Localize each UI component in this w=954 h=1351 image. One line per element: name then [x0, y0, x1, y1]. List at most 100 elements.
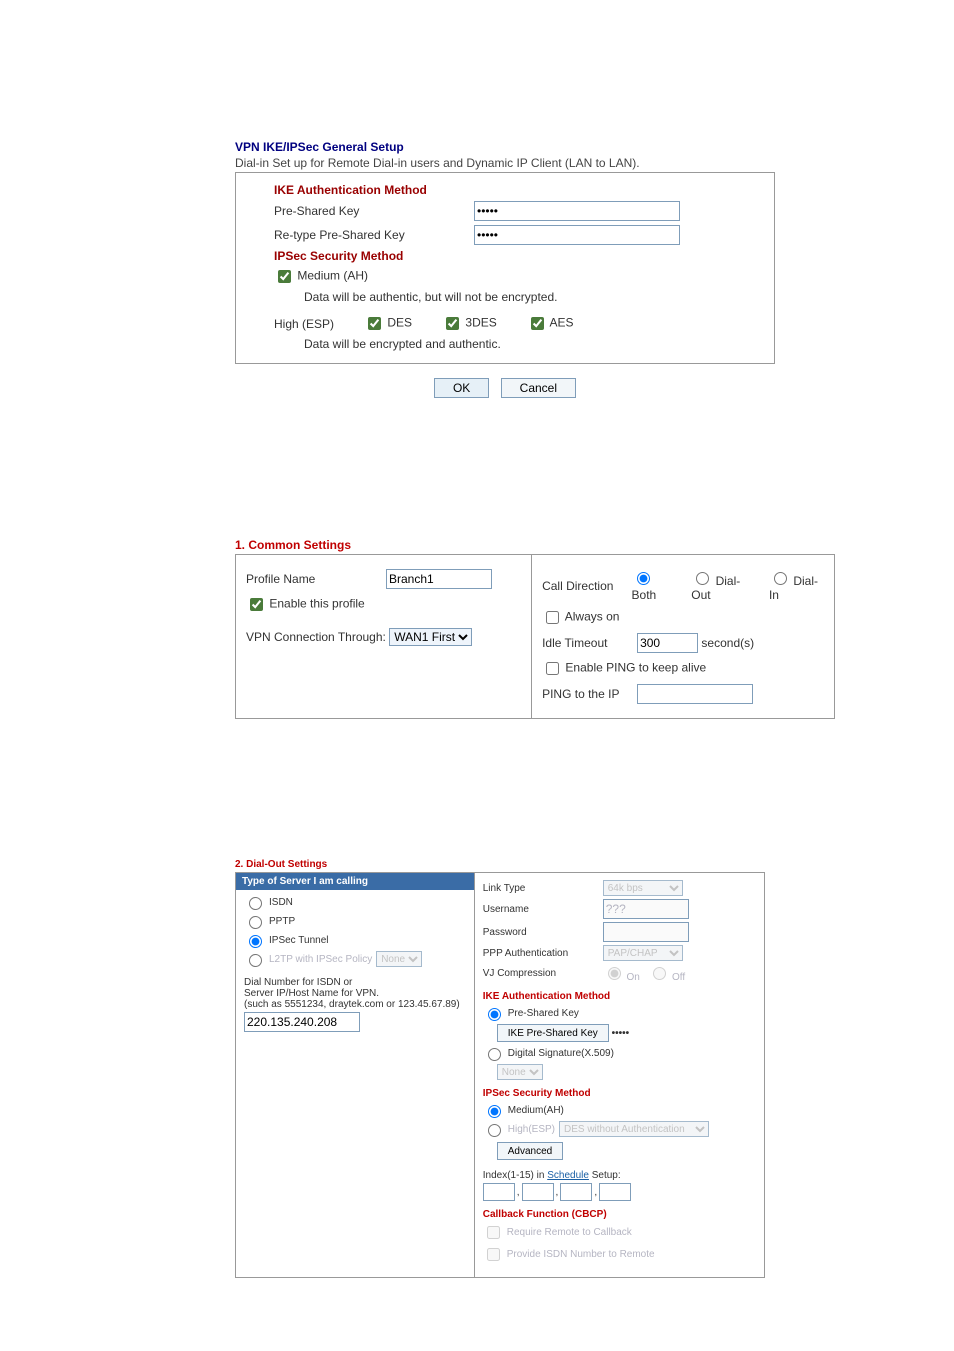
- advanced-button[interactable]: Advanced: [497, 1142, 563, 1160]
- des-label: DES: [387, 316, 412, 330]
- cb-require-option[interactable]: Require Remote to Callback: [483, 1223, 756, 1242]
- call-dir-dialin-radio[interactable]: [774, 572, 787, 585]
- profile-name-input[interactable]: [386, 569, 492, 589]
- call-direction-label: Call Direction: [542, 579, 631, 593]
- always-on-checkbox[interactable]: [546, 611, 559, 624]
- type-pptp[interactable]: PPTP: [244, 913, 466, 929]
- psk-radio-option[interactable]: Pre-Shared Key: [483, 1005, 756, 1021]
- call-dir-both-radio[interactable]: [637, 572, 650, 585]
- vj-on-label: On: [627, 972, 640, 983]
- tdes-label: 3DES: [465, 316, 496, 330]
- des-option[interactable]: DES: [364, 314, 412, 333]
- high-esp-option[interactable]: High(ESP) DES without Authentication: [483, 1121, 756, 1137]
- medium-ah-option[interactable]: Medium(AH): [483, 1102, 756, 1118]
- idle-timeout-unit: second(s): [701, 636, 754, 650]
- dial-number-input[interactable]: [244, 1012, 360, 1032]
- type-ipsec[interactable]: IPSec Tunnel: [244, 932, 466, 948]
- profile-name-label: Profile Name: [246, 572, 386, 586]
- enable-profile-option[interactable]: Enable this profile: [246, 595, 365, 614]
- pppauth-label: PPP Authentication: [483, 948, 603, 959]
- always-on-option[interactable]: Always on: [542, 608, 619, 627]
- dialout-title: 2. Dial-Out Settings: [235, 859, 765, 870]
- type-isdn-radio[interactable]: [249, 897, 262, 910]
- ping-keepalive-option[interactable]: Enable PING to keep alive: [542, 659, 706, 678]
- cb-provide-option[interactable]: Provide ISDN Number to Remote: [483, 1245, 756, 1264]
- call-dir-both-label: Both: [632, 588, 657, 602]
- type-pptp-radio[interactable]: [249, 916, 262, 929]
- ok-button[interactable]: OK: [434, 378, 489, 398]
- call-dir-dialout[interactable]: Dial-Out: [691, 569, 755, 602]
- vj-off-radio: [653, 967, 666, 980]
- type-l2tp[interactable]: L2TP with IPSec Policy None: [244, 951, 466, 967]
- password-label: Password: [483, 927, 603, 938]
- call-dir-both[interactable]: Both: [632, 569, 678, 602]
- enable-profile-label: Enable this profile: [269, 597, 364, 611]
- type-isdn[interactable]: ISDN: [244, 894, 466, 910]
- tdes-option[interactable]: 3DES: [442, 314, 497, 333]
- sched-input-2[interactable]: [522, 1183, 554, 1201]
- schedule-line-prefix: Index(1-15) in: [483, 1170, 547, 1181]
- type-pptp-label: PPTP: [269, 916, 295, 927]
- medium-option[interactable]: Medium (AH): [274, 267, 368, 286]
- medium-desc: Data will be authentic, but will not be …: [274, 290, 766, 304]
- schedule-line-suffix: Setup:: [589, 1170, 621, 1181]
- dial-caption-2: Server IP/Host Name for VPN.: [244, 988, 466, 999]
- sched-input-3[interactable]: [560, 1183, 592, 1201]
- tdes-checkbox[interactable]: [446, 317, 459, 330]
- sched-input-1[interactable]: [483, 1183, 515, 1201]
- medium-label: Medium (AH): [297, 269, 368, 283]
- ike-psk-mask: •••••: [612, 1028, 630, 1039]
- psk-input[interactable]: [474, 201, 680, 221]
- medium-ah-radio[interactable]: [488, 1105, 501, 1118]
- pppauth-select: PAP/CHAP: [603, 945, 683, 961]
- idle-timeout-input[interactable]: [637, 633, 698, 653]
- link-type-select: 64k bps: [603, 880, 683, 896]
- medium-checkbox[interactable]: [278, 270, 291, 283]
- dsig-radio[interactable]: [488, 1048, 501, 1061]
- vpn-general-panel: IKE Authentication Method Pre-Shared Key…: [235, 172, 775, 364]
- always-on-label: Always on: [565, 610, 620, 624]
- sched-input-4[interactable]: [599, 1183, 631, 1201]
- type-ipsec-radio[interactable]: [249, 935, 262, 948]
- high-esp-radio[interactable]: [488, 1124, 501, 1137]
- repsk-input[interactable]: [474, 225, 680, 245]
- dialout-panel: Type of Server I am calling ISDN PPTP IP…: [235, 872, 765, 1278]
- vj-on: On: [603, 972, 640, 983]
- dsig-label: Digital Signature(X.509): [508, 1048, 614, 1059]
- des-checkbox[interactable]: [368, 317, 381, 330]
- ping-keepalive-checkbox[interactable]: [546, 662, 559, 675]
- aes-checkbox[interactable]: [531, 317, 544, 330]
- aes-option[interactable]: AES: [527, 314, 574, 333]
- ike-psk-button[interactable]: IKE Pre-Shared Key: [497, 1024, 609, 1042]
- vpn-general-subtitle: Dial-in Set up for Remote Dial-in users …: [235, 156, 775, 170]
- cb-require-label: Require Remote to Callback: [507, 1227, 632, 1238]
- high-esp-label: High (ESP): [274, 317, 334, 331]
- high-esp-label3: High(ESP): [508, 1124, 555, 1135]
- type-l2tp-radio[interactable]: [249, 954, 262, 967]
- high-esp-select: DES without Authentication: [559, 1121, 709, 1137]
- dial-caption-3: (such as 5551234, draytek.com or 123.45.…: [244, 999, 466, 1010]
- psk-radio-label: Pre-Shared Key: [508, 1008, 579, 1019]
- schedule-link[interactable]: Schedule: [547, 1170, 589, 1181]
- dsig-select: None: [497, 1064, 543, 1080]
- psk-label: Pre-Shared Key: [274, 204, 474, 218]
- vpn-conn-through-select[interactable]: WAN1 First: [389, 628, 472, 646]
- repsk-label: Re-type Pre-Shared Key: [274, 228, 474, 242]
- call-dir-dialin[interactable]: Dial-In: [769, 569, 824, 602]
- type-isdn-label: ISDN: [269, 897, 293, 908]
- type-ipsec-label: IPSec Tunnel: [269, 935, 328, 946]
- vj-on-radio: [608, 967, 621, 980]
- enable-profile-checkbox[interactable]: [250, 598, 263, 611]
- cancel-button[interactable]: Cancel: [501, 378, 576, 398]
- psk-radio[interactable]: [488, 1008, 501, 1021]
- ping-keepalive-label: Enable PING to keep alive: [565, 661, 706, 675]
- common-settings-title: 1. Common Settings: [235, 538, 835, 552]
- type-l2tp-label: L2TP with IPSec Policy: [269, 954, 372, 965]
- password-input: [603, 922, 689, 942]
- ping-to-ip-input[interactable]: [637, 684, 753, 704]
- username-input: [603, 899, 689, 919]
- aes-label: AES: [549, 316, 573, 330]
- call-dir-dialout-radio[interactable]: [696, 572, 709, 585]
- vpn-general-title: VPN IKE/IPSec General Setup: [235, 140, 775, 154]
- dsig-option[interactable]: Digital Signature(X.509): [483, 1045, 756, 1061]
